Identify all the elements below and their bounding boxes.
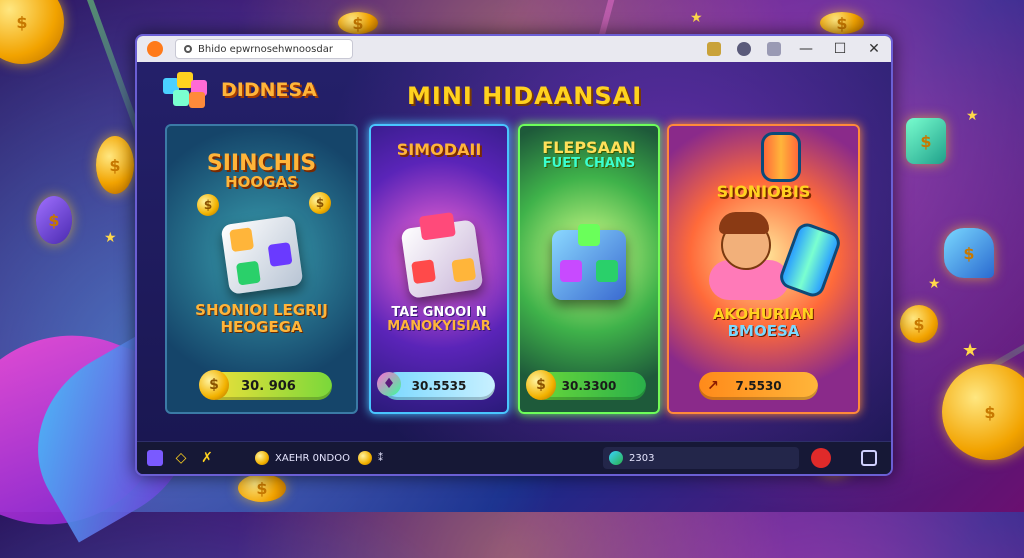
price-value: 30. 906: [241, 379, 296, 394]
background-coin-icon: [96, 136, 134, 194]
minimize-button[interactable]: —: [789, 36, 823, 62]
address-text: Bhido epwrnosehwnoosdar: [198, 44, 333, 55]
gem-icon: ♦: [377, 372, 401, 396]
balance-label: XAEHR 0NDOO: [275, 453, 350, 464]
card-title: SIMODAII: [371, 142, 507, 159]
coin-icon: $: [526, 370, 556, 400]
price-value: 30.5535: [412, 379, 467, 393]
profile-icon[interactable]: [737, 42, 751, 56]
hero-character-hair: [719, 212, 769, 234]
buy-button[interactable]: $ 30.3300: [532, 372, 646, 400]
card-subtitle: TAE GNOOI N MANOKYISIAR: [371, 306, 507, 335]
window-controls: — ☐ ✕: [699, 36, 891, 62]
dice-cube-icon: [400, 219, 483, 299]
star-icon: ★: [962, 340, 978, 361]
brand-logo[interactable]: DIDNESA: [163, 72, 317, 108]
background-gem-icon: [36, 196, 72, 244]
game-card[interactable]: SIMODAII TAE GNOOI N MANOKYISIAR ♦ 30.55…: [369, 124, 509, 414]
star-icon: ★: [928, 276, 941, 292]
game-card[interactable]: SIINCHIS HOOGAS $ $ SHONIOI LEGRIJ HEOGE…: [165, 124, 358, 414]
background-coin-icon: [338, 12, 378, 34]
address-bar[interactable]: Bhido epwrnosehwnoosdar: [175, 39, 353, 59]
game-card[interactable]: FLEPSAAN FUET CHANS $ 30.3300: [518, 124, 660, 414]
buy-button[interactable]: $ 30. 906: [205, 372, 332, 400]
server-count: 2303: [629, 453, 654, 464]
card-title: SIONIOBIS: [669, 184, 858, 201]
background-coin-icon: [820, 12, 864, 34]
game-content: DIDNESA MINI HIDAANSAI SIINCHIS HOOGAS $…: [137, 62, 891, 442]
background-coin-icon: [0, 0, 64, 64]
coin-icon: [255, 451, 269, 465]
card-title: FLEPSAAN FUET CHANS: [520, 140, 658, 170]
status-field: 2303: [603, 447, 799, 469]
title-bar: Bhido epwrnosehwnoosdar — ☐ ✕: [137, 36, 891, 62]
background-coin-icon: [900, 305, 938, 343]
potion-jar-icon: [761, 132, 801, 182]
bottom-toolbar: ◇ ✗ XAEHR 0NDOO ⁑ 2303: [137, 441, 891, 474]
site-info-icon[interactable]: [184, 45, 192, 53]
maximize-button[interactable]: ☐: [823, 36, 857, 62]
coin-icon: [358, 451, 372, 465]
buy-button[interactable]: ↗ 7.5530: [699, 372, 818, 400]
diamond-icon[interactable]: ◇: [173, 450, 189, 466]
dice-cube-icon: [552, 230, 626, 300]
inventory-icon[interactable]: [147, 450, 163, 466]
coin-icon: $: [197, 194, 219, 216]
star-icon: ★: [104, 230, 117, 246]
brand-name: DIDNESA: [221, 79, 317, 101]
blocks-logo-icon: [163, 72, 215, 108]
background-gem-icon: [906, 118, 946, 164]
background-coin-icon: [238, 474, 286, 502]
globe-icon[interactable]: [609, 451, 623, 465]
page-title: MINI HIDAANSAI: [407, 82, 642, 110]
dice-cube-icon: [220, 215, 303, 295]
price-value: 7.5530: [735, 379, 781, 393]
star-icon: ★: [690, 10, 703, 26]
game-card[interactable]: SIONIOBIS AKOHURIAN BMOESA ↗ 7.5530: [667, 124, 860, 414]
card-subtitle: AKOHURIAN BMOESA: [669, 306, 858, 339]
card-title: SIINCHIS HOOGAS: [167, 152, 356, 191]
browser-logo-icon: [147, 41, 163, 57]
background-coin-icon: [942, 364, 1024, 460]
potion-jar-icon: [777, 220, 843, 300]
crossed-swords-icon[interactable]: ✗: [199, 450, 215, 466]
extension-icon[interactable]: [707, 42, 721, 56]
coin-icon: $: [199, 370, 229, 400]
buy-button[interactable]: ♦ 30.5535: [383, 372, 495, 400]
menu-icon[interactable]: [767, 42, 781, 56]
balance-suffix: ⁑: [378, 453, 383, 464]
close-button[interactable]: ✕: [857, 36, 891, 62]
coin-icon: $: [309, 192, 331, 214]
card-subtitle: SHONIOI LEGRIJ HEOGEGA: [167, 302, 356, 335]
settings-icon[interactable]: [861, 450, 877, 466]
background-gem-icon: [944, 228, 994, 278]
star-icon: ★: [966, 108, 979, 124]
price-value: 30.3300: [562, 379, 617, 393]
game-window: Bhido epwrnosehwnoosdar — ☐ ✕ DIDNESA MI…: [135, 34, 893, 476]
notification-icon[interactable]: [811, 448, 831, 468]
arrow-up-icon: ↗: [701, 374, 725, 398]
